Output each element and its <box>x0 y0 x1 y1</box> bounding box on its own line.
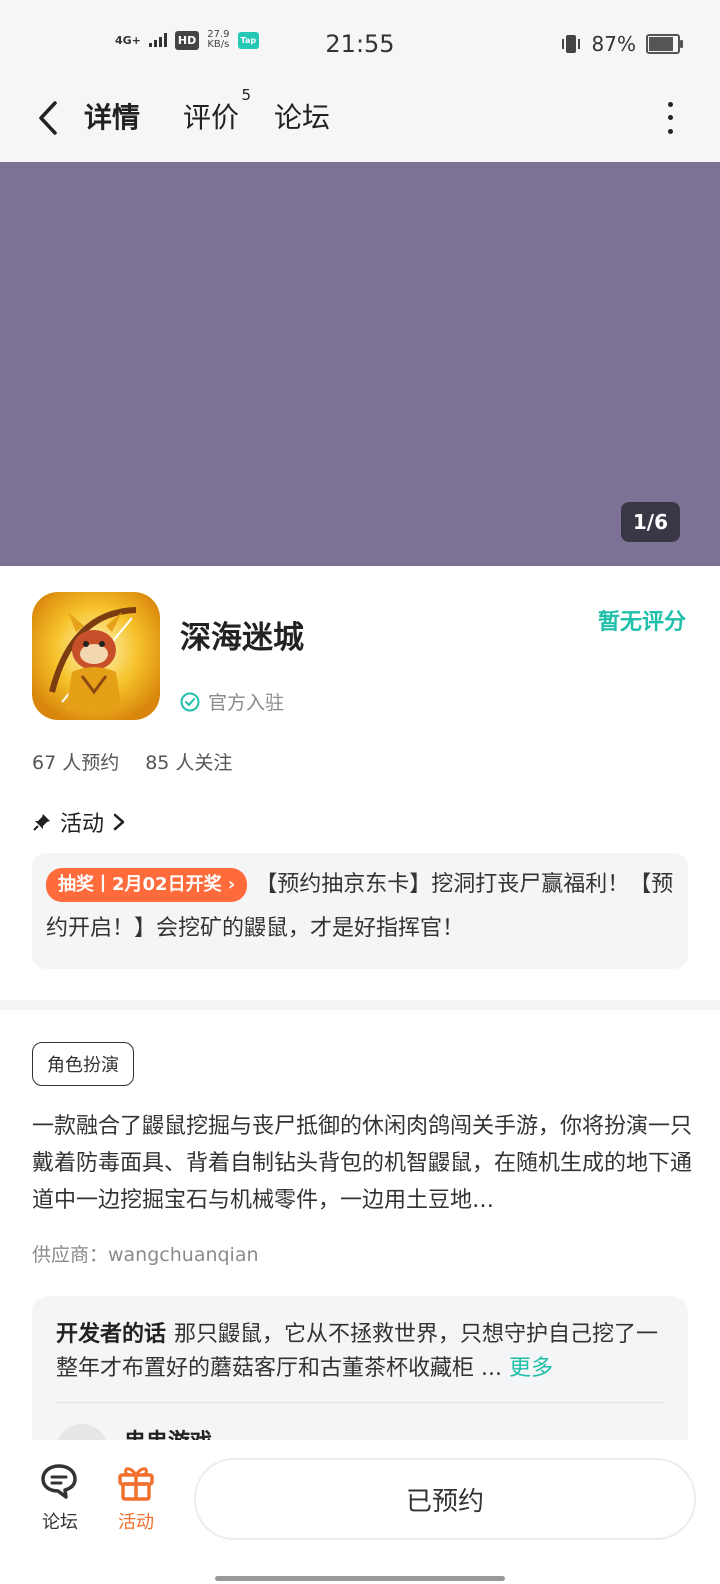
forum-label: 论坛 <box>42 1512 78 1533</box>
tab-forum-label: 论坛 <box>274 101 331 134</box>
forum-button[interactable]: 论坛 <box>30 1460 90 1534</box>
game-stats: 67 人预约 85 人关注 <box>32 748 232 775</box>
carousel-pager: 1/6 <box>620 502 680 542</box>
more-dot-icon <box>667 115 673 121</box>
battery-percent: 87% <box>591 32 636 56</box>
follower-count: 85 人关注 <box>145 752 233 774</box>
battery-icon <box>646 34 683 54</box>
tab-details-label: 详情 <box>84 101 141 134</box>
rating-status[interactable]: 暂无评分 <box>598 604 686 636</box>
tab-details[interactable]: 详情 <box>84 96 141 138</box>
chat-bubble-icon <box>41 1464 77 1499</box>
lottery-tag-label: 抽奖丨2月02日开奖 <box>58 874 222 895</box>
activity-button[interactable]: 活动 <box>106 1460 166 1534</box>
review-count-badge: 5 <box>241 86 252 104</box>
more-menu-button[interactable] <box>660 98 680 138</box>
game-icon-art <box>32 592 160 720</box>
activity-card[interactable]: 抽奖丨2月02日开奖 › 【预约抽京东卡】挖洞打丧尸赢福利！【预约开启！】会挖矿的… <box>32 853 688 969</box>
back-button[interactable] <box>30 96 66 140</box>
official-label: 官方入驻 <box>208 692 285 714</box>
genre-tag[interactable]: 角色扮演 <box>32 1042 134 1086</box>
activity-label: 活动 <box>118 1512 154 1533</box>
chevron-left-icon <box>39 101 57 135</box>
verified-check-icon <box>180 692 200 711</box>
official-badge: 官方入驻 <box>180 688 284 715</box>
status-bar: 4G+ HD 27.9 KB/s Tap 21:55 87% <box>0 0 720 90</box>
more-dot-icon <box>667 102 673 108</box>
chevron-right-icon <box>113 813 125 831</box>
battery-fill <box>649 37 674 51</box>
top-nav: 详情 评价 5 论坛 <box>0 86 720 162</box>
activity-content: 抽奖丨2月02日开奖 › 【预约抽京东卡】挖洞打丧尸赢福利！【预约开启！】会挖矿的… <box>46 863 676 951</box>
activity-header[interactable]: 活动 <box>32 806 126 838</box>
vibrate-icon <box>561 35 580 53</box>
more-link[interactable]: 更多 <box>509 1356 553 1381</box>
chevron-right-icon: › <box>227 874 236 895</box>
pin-icon <box>33 814 50 831</box>
reserved-button[interactable]: 已预约 <box>194 1458 696 1540</box>
game-description[interactable]: 一款融合了鼹鼠挖掘与丧尸抵御的休闲肉鸽闯关手游，你将扮演一只戴着防毒面具、背着自… <box>32 1108 692 1219</box>
section-divider <box>0 1000 720 1010</box>
more-dot-icon <box>667 128 673 134</box>
tab-reviews[interactable]: 评价 5 <box>183 86 251 136</box>
status-right: 87% <box>560 32 683 56</box>
game-icon <box>32 592 160 720</box>
lottery-tag: 抽奖丨2月02日开奖 › <box>46 868 248 902</box>
bottom-action-bar: 论坛 活动 已预约 <box>0 1440 720 1584</box>
gift-box-icon <box>118 1467 154 1501</box>
activity-heading: 活动 <box>60 812 105 837</box>
game-title: 深海迷城 <box>180 620 304 656</box>
gift-icon <box>106 1460 166 1504</box>
tab-reviews-label: 评价 <box>183 101 240 134</box>
developer-note: 开发者的话 那只鼹鼠，它从不拯救世界，只想守护自己挖了一整年才布置好的蘑菇客厅和古… <box>56 1318 664 1386</box>
home-indicator[interactable] <box>215 1576 505 1581</box>
reservation-count: 67 人预约 <box>32 752 120 774</box>
developer-divider <box>56 1402 664 1403</box>
supplier-info: 供应商：wangchuanqian <box>32 1244 259 1266</box>
screenshot-carousel[interactable]: 1/6 <box>0 162 720 566</box>
forum-icon <box>30 1460 90 1504</box>
developer-note-label: 开发者的话 <box>56 1322 167 1347</box>
tab-forum[interactable]: 论坛 <box>274 96 330 136</box>
